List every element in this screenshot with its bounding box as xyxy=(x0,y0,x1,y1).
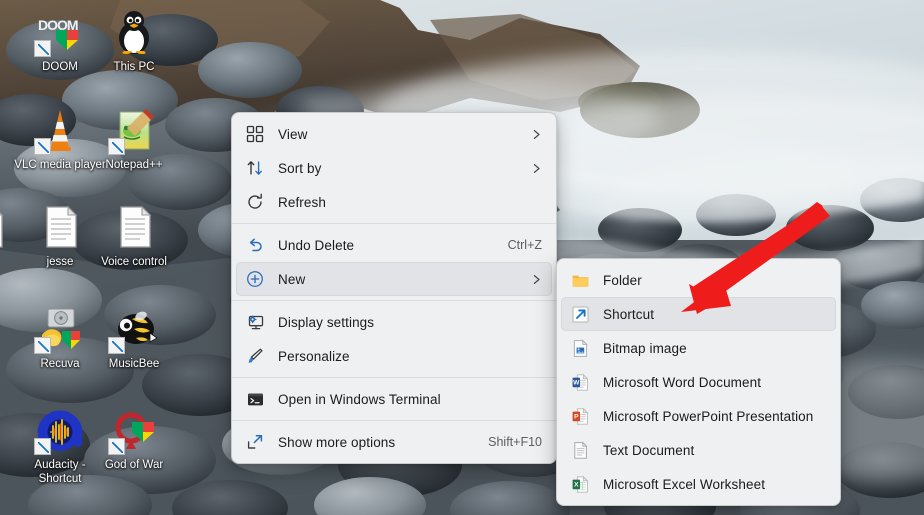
grid-view-icon xyxy=(244,123,266,145)
submenu-item-label: Shortcut xyxy=(603,307,826,322)
menu-item-label: New xyxy=(278,272,517,287)
desktop-icon-label: MusicBee xyxy=(88,357,180,371)
menu-view[interactable]: View xyxy=(236,117,552,151)
shortcut-overlay-icon xyxy=(34,337,51,354)
powerpoint-icon: P xyxy=(569,405,591,427)
desktop-icon-god-of-war[interactable]: God of War xyxy=(88,406,180,472)
submenu-microsoft-word-document[interactable]: W Microsoft Word Document xyxy=(561,365,836,399)
doom-icon: DOOM xyxy=(36,8,84,56)
monitor-gear-icon xyxy=(244,311,266,333)
menu-separator xyxy=(232,223,556,224)
desktop-context-menu[interactable]: View Sort by Refresh Undo Delete Ctrl+Z N… xyxy=(231,112,557,464)
submenu-microsoft-excel-worksheet[interactable]: X Microsoft Excel Worksheet xyxy=(561,467,836,501)
submenu-item-label: Folder xyxy=(603,273,826,288)
textfile-icon xyxy=(569,439,591,461)
desktop-icon-voice-control[interactable]: Voice control xyxy=(88,203,180,269)
sort-arrows-icon xyxy=(244,157,266,179)
menu-separator xyxy=(232,300,556,301)
menu-separator xyxy=(232,420,556,421)
text-file-icon xyxy=(110,203,158,251)
desktop-icon-musicbee[interactable]: MusicBee xyxy=(88,305,180,371)
submenu-shortcut[interactable]: Shortcut xyxy=(561,297,836,331)
menu-separator xyxy=(232,377,556,378)
text-file-icon xyxy=(0,203,10,251)
desktop-icon-notepad[interactable]: Notepad++ xyxy=(88,106,180,172)
vlc-cone-icon xyxy=(36,106,84,154)
menu-item-shortcut-key: Shift+F10 xyxy=(488,435,542,449)
submenu-text-document[interactable]: Text Document xyxy=(561,433,836,467)
show-more-icon xyxy=(244,431,266,453)
menu-item-label: Undo Delete xyxy=(278,238,488,253)
menu-item-label: View xyxy=(278,127,517,142)
text-file-icon xyxy=(36,203,84,251)
menu-new[interactable]: New xyxy=(236,262,552,296)
menu-item-label: Sort by xyxy=(278,161,517,176)
submenu-item-label: Microsoft PowerPoint Presentation xyxy=(603,409,826,424)
shortcut-overlay-icon xyxy=(34,138,51,155)
chevron-right-icon xyxy=(531,163,542,174)
desktop-icon-label: Voice control xyxy=(88,255,180,269)
word-icon: W xyxy=(569,371,591,393)
shortcut-overlay-icon xyxy=(108,438,125,455)
penguin-icon xyxy=(110,8,158,56)
excel-icon: X xyxy=(569,473,591,495)
menu-open-in-windows-terminal[interactable]: Open in Windows Terminal xyxy=(236,382,552,416)
svg-text:W: W xyxy=(573,379,580,386)
chevron-right-icon xyxy=(531,274,542,285)
menu-item-label: Display settings xyxy=(278,315,542,330)
submenu-folder[interactable]: Folder xyxy=(561,263,836,297)
new-submenu[interactable]: Folder Shortcut Bitmap image W Microsoft … xyxy=(556,258,841,506)
audacity-icon xyxy=(36,406,84,454)
godofwar-icon xyxy=(110,406,158,454)
menu-item-label: Refresh xyxy=(278,195,542,210)
terminal-icon xyxy=(244,388,266,410)
menu-refresh[interactable]: Refresh xyxy=(236,185,552,219)
undo-icon xyxy=(244,234,266,256)
musicbee-icon xyxy=(110,305,158,353)
chevron-right-icon xyxy=(531,129,542,140)
desktop[interactable]: DOOM DOOM This PC VLC media player xyxy=(0,0,924,515)
submenu-microsoft-powerpoint-presentation[interactable]: P Microsoft PowerPoint Presentation xyxy=(561,399,836,433)
menu-show-more-options[interactable]: Show more options Shift+F10 xyxy=(236,425,552,459)
menu-item-label: Personalize xyxy=(278,349,542,364)
shortcut-overlay-icon xyxy=(108,337,125,354)
paintbrush-icon xyxy=(244,345,266,367)
menu-personalize[interactable]: Personalize xyxy=(236,339,552,373)
desktop-icon-label: This PC xyxy=(88,60,180,74)
svg-text:P: P xyxy=(574,413,579,420)
svg-text:X: X xyxy=(574,481,579,488)
shortcut-overlay-icon xyxy=(108,138,125,155)
bitmap-icon xyxy=(569,337,591,359)
submenu-item-label: Microsoft Excel Worksheet xyxy=(603,477,826,492)
desktop-icon-label: Notepad++ xyxy=(88,158,180,172)
refresh-icon xyxy=(244,191,266,213)
submenu-item-label: Bitmap image xyxy=(603,341,826,356)
shortcut-icon xyxy=(569,303,591,325)
menu-undo-delete[interactable]: Undo Delete Ctrl+Z xyxy=(236,228,552,262)
shortcut-overlay-icon xyxy=(34,438,51,455)
shortcut-overlay-icon xyxy=(34,40,51,57)
menu-item-label: Open in Windows Terminal xyxy=(278,392,542,407)
recuva-icon xyxy=(36,305,84,353)
submenu-item-label: Microsoft Word Document xyxy=(603,375,826,390)
notepadpp-icon xyxy=(110,106,158,154)
menu-item-shortcut-key: Ctrl+Z xyxy=(508,238,542,252)
folder-icon xyxy=(569,269,591,291)
plus-circle-icon xyxy=(244,268,266,290)
menu-display-settings[interactable]: Display settings xyxy=(236,305,552,339)
desktop-icon-label: God of War xyxy=(88,458,180,472)
desktop-icon-this-pc[interactable]: This PC xyxy=(88,8,180,74)
submenu-bitmap-image[interactable]: Bitmap image xyxy=(561,331,836,365)
menu-item-label: Show more options xyxy=(278,435,468,450)
submenu-item-label: Text Document xyxy=(603,443,826,458)
menu-sort-by[interactable]: Sort by xyxy=(236,151,552,185)
